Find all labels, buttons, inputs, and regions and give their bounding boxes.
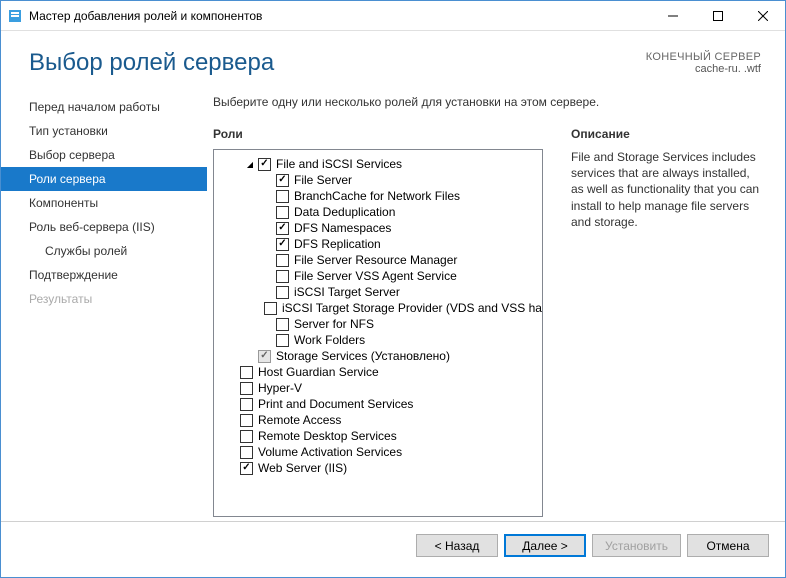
checkbox[interactable] [240,414,253,427]
checkbox[interactable] [258,158,271,171]
wizard-step[interactable]: Подтверждение [1,263,207,287]
tree-node-label: Work Folders [294,333,365,347]
tree-node-label: Host Guardian Service [258,365,379,379]
tree-node-label: Server for NFS [294,317,374,331]
cancel-button[interactable]: Отмена [687,534,769,557]
tree-node-label: Remote Access [258,413,341,427]
tree-node[interactable]: DFS Namespaces [218,220,538,236]
server-label: КОНЕЧНЫЙ СЕРВЕР [646,51,761,63]
page-title: Выбор ролей сервера [29,49,274,77]
wizard-step: Результаты [1,287,207,311]
tree-node[interactable]: Work Folders [218,332,538,348]
checkbox[interactable] [240,382,253,395]
wizard-step[interactable]: Роли сервера [1,167,207,191]
tree-node-label: File Server VSS Agent Service [294,269,457,283]
checkbox[interactable] [276,286,289,299]
tree-node[interactable]: File Server VSS Agent Service [218,268,538,284]
collapse-icon[interactable]: ◢ [244,158,256,170]
tree-node[interactable]: Storage Services (Установлено) [218,348,538,364]
window-title: Мастер добавления ролей и компонентов [29,9,650,23]
header: Выбор ролей сервера КОНЕЧНЫЙ СЕРВЕР cach… [1,31,785,91]
tree-node-label: File Server Resource Manager [294,253,457,267]
tree-node-label: DFS Replication [294,237,381,251]
checkbox[interactable] [240,398,253,411]
tree-node-label: iSCSI Target Server [294,285,400,299]
tree-node-label: Data Deduplication [294,205,395,219]
tree-node[interactable]: iSCSI Target Server [218,284,538,300]
tree-node[interactable]: iSCSI Target Storage Provider (VDS and V… [218,300,538,316]
tree-node-label: Web Server (IIS) [258,461,347,475]
checkbox[interactable] [240,430,253,443]
tree-node[interactable]: Remote Desktop Services [218,428,538,444]
tree-node-label: DFS Namespaces [294,221,391,235]
tree-node-label: Volume Activation Services [258,445,402,459]
description-column: Описание File and Storage Services inclu… [571,127,763,517]
tree-node-label: BranchCache for Network Files [294,189,460,203]
tree-node-label: Print and Document Services [258,397,413,411]
wizard-steps-sidebar: Перед началом работыТип установкиВыбор с… [1,91,207,517]
install-button: Установить [592,534,681,557]
wizard-step[interactable]: Выбор сервера [1,143,207,167]
roles-tree[interactable]: ◢ File and iSCSI Services File Server Branc… [214,150,542,516]
wizard-step[interactable]: Перед началом работы [1,95,207,119]
previous-button[interactable]: < Назад [416,534,498,557]
minimize-button[interactable] [650,1,695,30]
description-text: File and Storage Services includes servi… [571,149,763,230]
roles-column: Роли ◢ File and iSCSI Services File Server… [213,127,543,517]
wizard-step[interactable]: Роль веб-сервера (IIS) [1,215,207,239]
tree-node-label: Hyper-V [258,381,302,395]
tree-node-label: File and iSCSI Services [276,157,402,171]
footer: < Назад Далее > Установить Отмена [1,521,785,569]
roles-tree-container: ◢ File and iSCSI Services File Server Branc… [213,149,543,517]
tree-node-label: Remote Desktop Services [258,429,397,443]
tree-node[interactable]: File Server Resource Manager [218,252,538,268]
tree-node[interactable]: Server for NFS [218,316,538,332]
titlebar: Мастер добавления ролей и компонентов [1,1,785,31]
wizard-step[interactable]: Службы ролей [1,239,207,263]
checkbox[interactable] [276,334,289,347]
window-controls [650,1,785,30]
tree-node[interactable]: Remote Access [218,412,538,428]
server-name: cache-ru. .wtf [646,63,761,75]
maximize-button[interactable] [695,1,740,30]
description-header: Описание [571,127,763,141]
tree-node[interactable]: DFS Replication [218,236,538,252]
app-icon [7,8,23,24]
next-button[interactable]: Далее > [504,534,586,557]
checkbox[interactable] [264,302,277,315]
tree-node[interactable]: Hyper-V [218,380,538,396]
destination-server-info: КОНЕЧНЫЙ СЕРВЕР cache-ru. .wtf [646,51,761,75]
tree-node[interactable]: Host Guardian Service [218,364,538,380]
tree-node-label: Storage Services (Установлено) [276,349,450,363]
main-panel: Выберите одну или несколько ролей для ус… [207,91,785,517]
tree-node[interactable]: Volume Activation Services [218,444,538,460]
checkbox[interactable] [276,270,289,283]
tree-node[interactable]: Web Server (IIS) [218,460,538,476]
tree-node[interactable]: File Server [218,172,538,188]
wizard-step[interactable]: Тип установки [1,119,207,143]
checkbox[interactable] [276,190,289,203]
checkbox[interactable] [276,222,289,235]
checkbox[interactable] [276,318,289,331]
tree-node[interactable]: Print and Document Services [218,396,538,412]
roles-header: Роли [213,127,543,141]
checkbox[interactable] [276,238,289,251]
checkbox [258,350,271,363]
checkbox[interactable] [276,174,289,187]
checkbox[interactable] [240,366,253,379]
close-button[interactable] [740,1,785,30]
checkbox[interactable] [240,446,253,459]
tree-node[interactable]: Data Deduplication [218,204,538,220]
tree-node[interactable]: ◢ File and iSCSI Services [218,156,538,172]
tree-node-label: iSCSI Target Storage Provider (VDS and V… [282,301,542,315]
checkbox[interactable] [276,206,289,219]
instruction-text: Выберите одну или несколько ролей для ус… [213,95,763,109]
tree-node-label: File Server [294,173,352,187]
checkbox[interactable] [240,462,253,475]
wizard-step[interactable]: Компоненты [1,191,207,215]
checkbox[interactable] [276,254,289,267]
tree-node[interactable]: BranchCache for Network Files [218,188,538,204]
